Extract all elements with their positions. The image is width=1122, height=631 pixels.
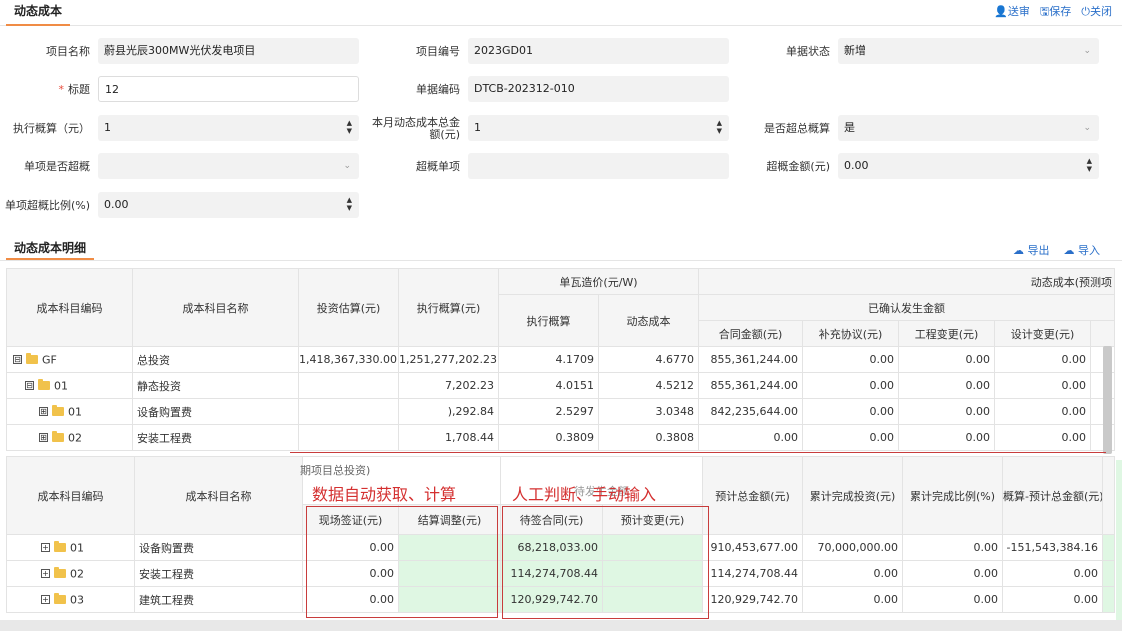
- submit-button[interactable]: 👤送审: [994, 3, 1030, 22]
- expand-icon[interactable]: +: [41, 543, 50, 553]
- title-label: * 标题: [58, 83, 91, 96]
- over-amount-input[interactable]: 0.00 ▲ ▼: [838, 153, 1099, 179]
- doc-status-label: 单据状态: [786, 45, 830, 58]
- cloud-download-icon: ☁: [1013, 244, 1024, 257]
- col-code[interactable]: 成本科目编码: [6, 456, 135, 535]
- project-code-field[interactable]: 2023GD01: [468, 38, 729, 64]
- project-name-field[interactable]: 蔚县光辰300MW光伏发电项目: [98, 38, 359, 64]
- spinner-icon[interactable]: ▲ ▼: [347, 196, 352, 212]
- page-title: 动态成本: [6, 0, 71, 26]
- month-total-label: 本月动态成本总金 额(元): [372, 116, 460, 141]
- col-unit-exec[interactable]: 执行概算: [498, 294, 599, 347]
- spinner-icon[interactable]: ▲ ▼: [717, 119, 722, 135]
- annotation-manual-box: [502, 506, 709, 619]
- annotation-auto-label: 数据自动获取、计算: [312, 485, 457, 504]
- chevron-down-icon: ⌄: [343, 161, 351, 171]
- horizontal-scrollbar[interactable]: [0, 620, 1122, 631]
- save-button[interactable]: 🖫保存: [1040, 3, 1071, 22]
- folder-icon: [54, 593, 66, 605]
- chevron-down-icon: ⌄: [1083, 46, 1091, 56]
- collapse-icon[interactable]: ⊟: [25, 381, 34, 391]
- col-supplement[interactable]: 补充协议(元): [802, 320, 900, 347]
- col-invest-est[interactable]: 投资估算(元): [298, 268, 399, 347]
- folder-icon: [38, 379, 50, 391]
- col-est-total[interactable]: 预计总金额(元): [702, 456, 803, 535]
- over-item-field[interactable]: [468, 153, 729, 179]
- doc-status-select[interactable]: 新增 ⌄: [838, 38, 1099, 64]
- table-row[interactable]: ⊞ 01 设备购置费 ),292.84 2.5297 3.0348 842,235…: [6, 398, 1116, 425]
- cloud-upload-icon: ☁: [1063, 244, 1075, 257]
- over-amount-label: 超概金额(元): [766, 160, 830, 173]
- annotation-manual-label: 人工判断、手动输入: [512, 485, 657, 504]
- annotation-auto-box: [306, 506, 498, 618]
- folder-icon: [52, 405, 64, 417]
- detail-title: 动态成本明细: [6, 238, 95, 260]
- spinner-icon[interactable]: ▲ ▼: [1087, 157, 1092, 173]
- save-icon: 🖫: [1039, 5, 1050, 18]
- table-row[interactable]: ⊟ GF 总投资 1,418,367,330.00 1,251,277,202.2…: [6, 346, 1116, 373]
- col-name[interactable]: 成本科目名称: [134, 456, 303, 535]
- close-button[interactable]: ⏻关闭: [1081, 3, 1112, 22]
- editable-column-edge: [1116, 460, 1122, 620]
- top-bar: 动态成本 👤送审 🖫保存 ⏻关闭: [0, 0, 1122, 26]
- col-contract[interactable]: 合同金额(元): [698, 320, 804, 347]
- import-button[interactable]: ☁ 导入: [1064, 242, 1101, 258]
- detail-table-top: 成本科目编码 成本科目名称 投资估算(元) 执行概算(元) 单瓦造价(元/W) …: [6, 268, 1116, 451]
- item-over-select[interactable]: ⌄: [98, 153, 359, 179]
- project-name-label: 项目名称: [46, 45, 90, 58]
- col-budget-diff[interactable]: 概算-预计总金额(元): [1002, 456, 1103, 535]
- col-eng-change[interactable]: 工程变更(元): [898, 320, 996, 347]
- detail-toolbar: ☁ 导出 ☁ 导入: [1013, 242, 1100, 258]
- col-accum-invest[interactable]: 累计完成投资(元): [802, 456, 903, 535]
- floating-header-fragment: 期项目总投资): [300, 464, 371, 477]
- exec-budget-label: 执行概算（元）: [13, 122, 90, 135]
- divider: [0, 260, 1122, 261]
- over-budget-label: 是否超总概算: [764, 122, 830, 135]
- expand-icon[interactable]: ⊞: [39, 433, 48, 443]
- project-code-label: 项目编号: [416, 45, 460, 58]
- section-divider: [290, 452, 1106, 453]
- folder-icon: [52, 431, 64, 443]
- user-icon: 👤: [994, 5, 1008, 18]
- chevron-down-icon: ⌄: [1083, 123, 1091, 133]
- power-icon: ⏻: [1081, 5, 1090, 18]
- col-code[interactable]: 成本科目编码: [6, 268, 133, 347]
- doc-code-field[interactable]: DTCB-202312-010: [468, 76, 729, 102]
- over-budget-select[interactable]: 是 ⌄: [838, 115, 1099, 141]
- over-ratio-input[interactable]: 0.00 ▲ ▼: [98, 192, 359, 218]
- col-unit-dyn[interactable]: 动态成本: [597, 294, 700, 347]
- folder-icon: [54, 567, 66, 579]
- doc-code-label: 单据编码: [416, 83, 460, 96]
- folder-icon: [26, 353, 38, 365]
- over-ratio-label: 单项超概比例(%): [4, 199, 90, 212]
- expand-icon[interactable]: +: [41, 595, 50, 605]
- required-icon: *: [58, 83, 65, 96]
- col-confirmed: 已确认发生金额: [698, 294, 1116, 321]
- title-input[interactable]: 12: [98, 76, 359, 102]
- col-accum-ratio[interactable]: 累计完成比例(%): [902, 456, 1003, 535]
- item-over-label: 单项是否超概: [24, 160, 90, 173]
- exec-budget-input[interactable]: 1 ▲ ▼: [98, 115, 359, 141]
- toolbar: 👤送审 🖫保存 ⏻关闭: [994, 3, 1112, 22]
- col-dyn-cost: 动态成本(预测项: [698, 268, 1116, 295]
- col-exec-budget[interactable]: 执行概算(元): [398, 268, 499, 347]
- table-row[interactable]: ⊞ 02 安装工程费 1,708.44 0.3809 0.3808 0.00 0.…: [6, 424, 1116, 451]
- folder-icon: [54, 541, 66, 553]
- col-spacer: [1090, 320, 1116, 347]
- vertical-scrollbar[interactable]: [1103, 346, 1112, 454]
- col-name[interactable]: 成本科目名称: [132, 268, 299, 347]
- col-unit-cost: 单瓦造价(元/W): [497, 268, 700, 295]
- col-design-change[interactable]: 设计变更(元): [994, 320, 1092, 347]
- collapse-icon[interactable]: ⊟: [13, 355, 22, 365]
- expand-icon[interactable]: +: [41, 569, 50, 579]
- export-button[interactable]: ☁ 导出: [1013, 242, 1050, 258]
- over-item-label: 超概单项: [416, 160, 460, 173]
- expand-icon[interactable]: ⊞: [39, 407, 48, 417]
- month-total-input[interactable]: 1 ▲ ▼: [468, 115, 729, 141]
- table-row[interactable]: ⊟ 01 静态投资 7,202.23 4.0151 4.5212 855,361,…: [6, 372, 1116, 399]
- spinner-icon[interactable]: ▲ ▼: [347, 119, 352, 135]
